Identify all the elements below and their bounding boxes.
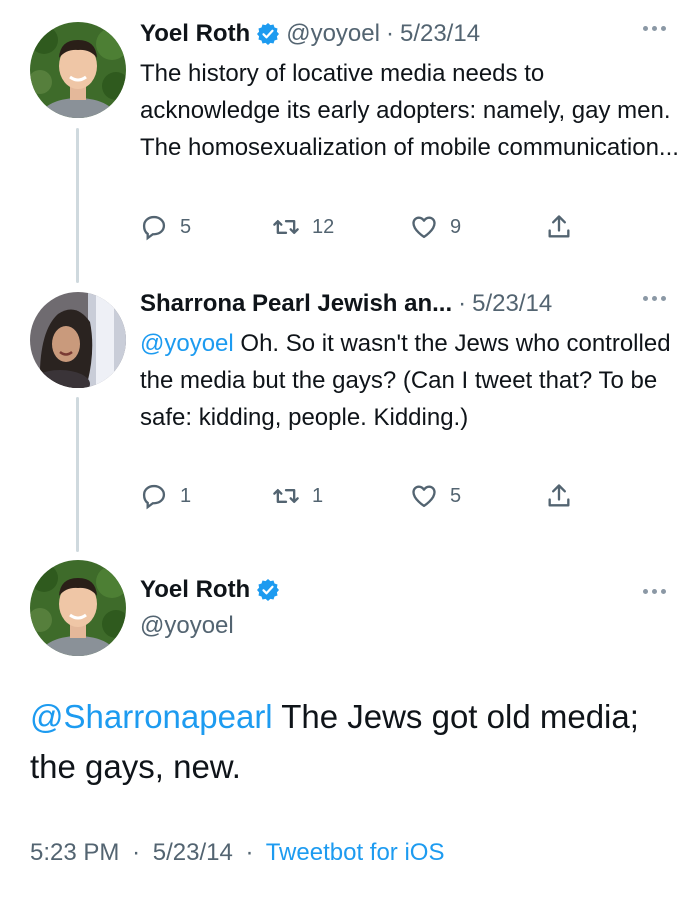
retweet-button[interactable]: 12 <box>272 213 334 241</box>
main-tweet-text: @Sharronapearl The Jews got old media; t… <box>30 692 670 792</box>
more-icon[interactable] <box>643 296 666 301</box>
author-name[interactable]: Yoel Roth <box>140 20 250 48</box>
reply-count: 1 <box>180 484 192 507</box>
like-button[interactable]: 9 <box>410 213 461 241</box>
tweet-header: Sharrona Pearl Jewish an... · 5/23/14 <box>140 290 552 318</box>
tweet-time[interactable]: 5:23 PM <box>30 839 119 866</box>
tweet-date[interactable]: 5/23/14 <box>400 20 480 48</box>
retweet-icon <box>273 220 299 234</box>
avatar-image <box>30 292 126 388</box>
mention-link[interactable]: @Sharronapearl <box>30 698 273 735</box>
verified-badge-icon <box>257 23 280 45</box>
avatar-yoel-roth[interactable] <box>30 560 126 656</box>
reply-button[interactable]: 5 <box>140 213 191 241</box>
avatar-yoel-roth[interactable] <box>30 22 126 118</box>
main-tweet: Yoel Roth @yoyoel @Sharronapearl The Jew… <box>0 556 694 900</box>
separator: · <box>385 20 394 47</box>
tweet-header: Yoel Roth @yoyoel · 5/23/14 <box>140 20 480 48</box>
retweet-icon <box>273 489 299 503</box>
share-button[interactable] <box>545 213 585 241</box>
author-name[interactable]: Yoel Roth <box>140 576 250 604</box>
tweet-actions: 5 12 9 <box>140 213 600 243</box>
reply-icon <box>142 215 166 241</box>
thread-tweet-1[interactable]: Yoel Roth @yoyoel · 5/23/14 The history … <box>0 0 694 270</box>
tweet-meta: 5:23 PM · 5/23/14 · Tweetbot for iOS <box>30 839 444 867</box>
share-button[interactable] <box>545 482 585 510</box>
retweet-count: 12 <box>312 215 335 238</box>
share-icon <box>548 215 570 238</box>
separator: · <box>458 290 467 317</box>
tweet-date[interactable]: 5/23/14 <box>153 839 233 866</box>
thread-tweet-2[interactable]: Sharrona Pearl Jewish an... · 5/23/14 @y… <box>0 270 694 560</box>
mention-link[interactable]: @yoyoel <box>140 330 234 357</box>
avatar-sharrona-pearl[interactable] <box>30 292 126 388</box>
share-icon <box>548 484 570 507</box>
avatar-image <box>30 22 126 118</box>
like-count: 5 <box>450 484 462 507</box>
retweet-button[interactable]: 1 <box>272 482 323 510</box>
like-button[interactable]: 5 <box>410 482 461 510</box>
more-icon[interactable] <box>643 26 666 31</box>
tweet-text: @yoyoel Oh. So it wasn't the Jews who co… <box>140 325 680 436</box>
author-handle[interactable]: @yoyoel <box>140 612 286 640</box>
avatar-image <box>30 560 126 656</box>
main-author-block: Yoel Roth @yoyoel <box>140 576 286 640</box>
reply-icon <box>142 484 166 510</box>
separator: · <box>132 839 141 866</box>
tweet-text: The history of locative media needs to a… <box>140 60 679 161</box>
separator: · <box>245 839 254 866</box>
retweet-count: 1 <box>312 484 324 507</box>
reply-count: 5 <box>180 215 192 238</box>
like-icon <box>412 485 436 508</box>
author-handle[interactable]: @yoyoel <box>286 20 380 48</box>
reply-button[interactable]: 1 <box>140 482 191 510</box>
author-name[interactable]: Sharrona Pearl Jewish an... <box>140 290 452 318</box>
tweet-source-link[interactable]: Tweetbot for iOS <box>266 839 445 866</box>
like-count: 9 <box>450 215 462 238</box>
like-icon <box>412 216 436 239</box>
verified-badge-icon <box>257 579 280 601</box>
more-icon[interactable] <box>643 589 666 594</box>
tweet-actions: 1 1 5 <box>140 482 600 512</box>
tweet-date[interactable]: 5/23/14 <box>472 290 552 318</box>
